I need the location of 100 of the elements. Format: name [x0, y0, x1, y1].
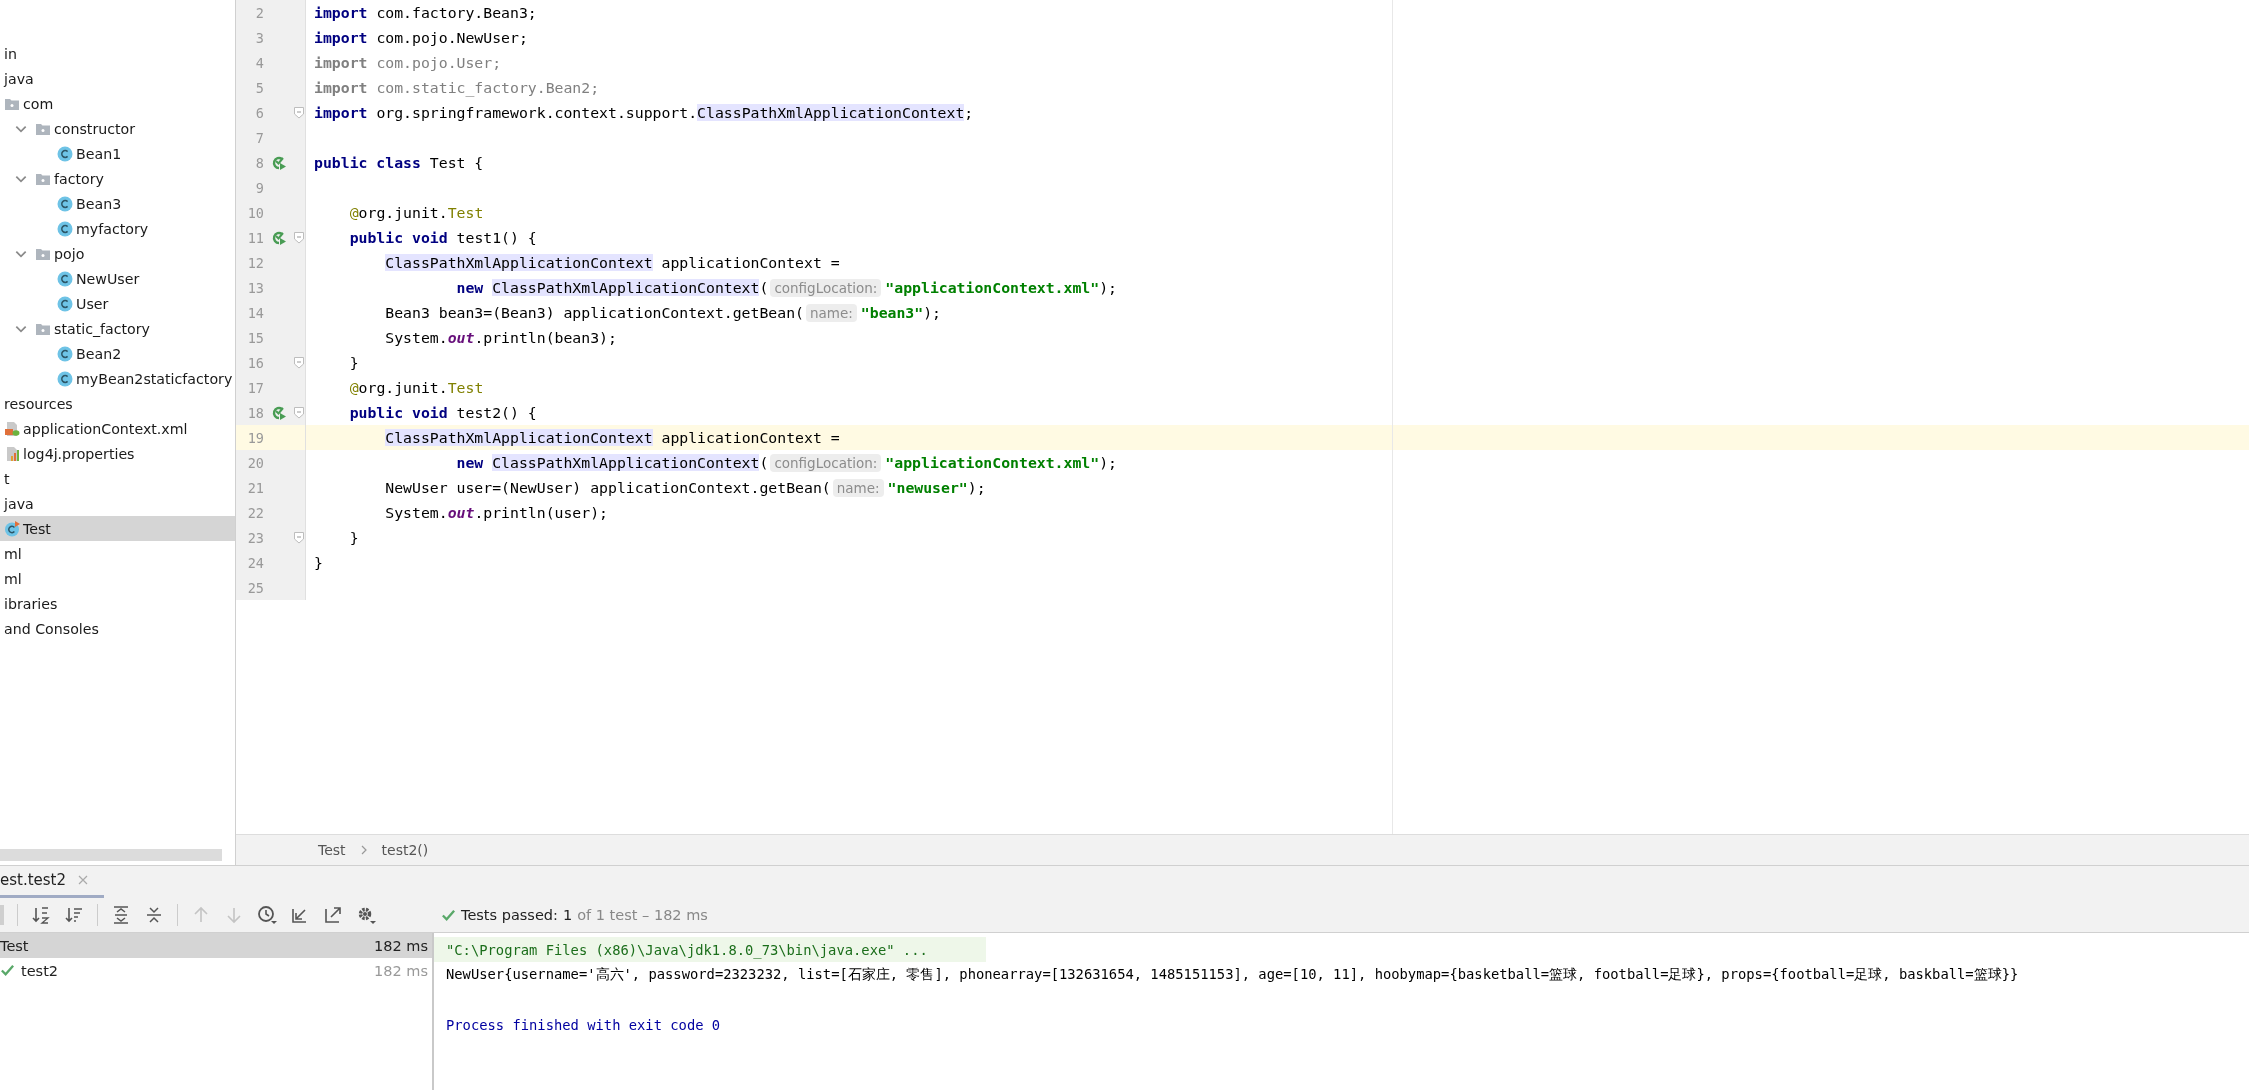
tree-item[interactable]: java [0, 66, 235, 91]
tree-item[interactable]: NewUser [0, 266, 235, 291]
run-tab[interactable]: est.test2 [0, 865, 105, 898]
fold-icon[interactable] [294, 231, 304, 244]
tree-item[interactable]: Bean1 [0, 141, 235, 166]
tree-item[interactable]: java [0, 491, 235, 516]
tree-item[interactable]: applicationContext.xml [0, 416, 235, 441]
collapse-all-icon[interactable] [144, 905, 164, 925]
line-number: 13 [246, 279, 264, 296]
close-icon[interactable] [78, 875, 89, 885]
code-text: } [349, 354, 359, 371]
code-text: com.factory.Bean3; [376, 4, 537, 21]
fold-icon[interactable] [294, 356, 304, 369]
line-number: 20 [246, 454, 264, 471]
line-number: 17 [246, 379, 264, 396]
code-reference: ClassPathXmlApplicationContext [697, 104, 965, 121]
run-test-icon[interactable] [271, 154, 287, 171]
parameter-hint: name: [806, 303, 857, 322]
tree-item[interactable]: User [0, 291, 235, 316]
line-number: 16 [246, 354, 264, 371]
tree-item[interactable]: ibraries [0, 591, 235, 616]
tree-item-label: myfactory [76, 220, 149, 237]
tree-item-label: com [23, 95, 54, 112]
tree-item-label: NewUser [76, 270, 140, 287]
code-text: } [349, 529, 359, 546]
tree-item[interactable]: in [0, 41, 235, 66]
class-icon [57, 220, 73, 237]
breadcrumb-item[interactable]: Test [318, 842, 346, 858]
fold-icon[interactable] [294, 406, 304, 419]
code-text: ); [1099, 279, 1117, 296]
line-number: 22 [246, 504, 264, 521]
tree-item[interactable]: static_factory [0, 316, 235, 341]
line-number: 23 [246, 529, 264, 546]
clock-icon[interactable] [257, 905, 277, 925]
breadcrumb-item[interactable]: test2() [381, 842, 429, 858]
test-row[interactable]: Test 182 ms [0, 933, 432, 958]
annotation: @ [349, 379, 359, 396]
tree-item[interactable]: t [0, 466, 235, 491]
code-reference: ClassPathXmlApplicationContext [492, 454, 760, 471]
tree-item[interactable]: Test [0, 516, 235, 541]
tree-item-label: java [4, 70, 34, 87]
tests-passed-count: 1 [562, 907, 573, 923]
scrollbar[interactable] [0, 849, 222, 861]
tests-passed-label: Tests passed: [461, 907, 558, 923]
code-text: applicationContext = [661, 254, 840, 271]
line-number: 2 [254, 4, 264, 21]
code-keyword: public class [314, 154, 421, 171]
fold-icon[interactable] [294, 531, 304, 544]
parameter-hint: configLocation: [770, 278, 882, 297]
test-class-icon [4, 520, 20, 537]
annotation: Test [447, 379, 484, 396]
test-row[interactable]: test2 182 ms [0, 958, 432, 983]
tree-item-label: ml [4, 570, 22, 587]
tree-item[interactable]: and Consoles [0, 616, 235, 641]
tree-item-label: static_factory [54, 320, 150, 337]
tree-item[interactable]: ml [0, 541, 235, 566]
line-number: 11 [246, 229, 264, 246]
tree-item-label: Test [23, 520, 51, 537]
code-text: org.junit. [358, 379, 448, 396]
tree-item[interactable]: com [0, 91, 235, 116]
run-test-icon[interactable] [271, 404, 287, 421]
check-icon [0, 963, 15, 978]
sort-alphabetically-icon[interactable] [31, 905, 51, 925]
code-text: ( [759, 454, 769, 471]
export-icon[interactable] [323, 905, 343, 925]
code-text: } [314, 554, 323, 571]
tree-item[interactable]: pojo [0, 241, 235, 266]
code-keyword: public void [349, 229, 448, 246]
code-keyword: import [314, 104, 368, 121]
fold-icon[interactable] [294, 106, 304, 119]
tree-item[interactable]: myBean2staticfactory [0, 366, 235, 391]
test-duration: 182 ms [374, 962, 428, 979]
static-field: out [447, 329, 475, 346]
tree-item[interactable]: myfactory [0, 216, 235, 241]
line-number: 7 [254, 129, 264, 146]
line-number: 25 [246, 579, 264, 596]
console-output: NewUser{username='高六', password=2323232, list=[石家庄, 零售], phonearray=[132631654, 1485151153], age=[10, 11], hoobymap={basketball=篮球, football=足球}, props={football=足球, baskball=篮球}} [446, 965, 2019, 984]
tree-item[interactable]: log4j.properties [0, 441, 235, 466]
tree-item[interactable]: constructor [0, 116, 235, 141]
tree-item-label: java [4, 495, 34, 512]
run-test-icon[interactable] [271, 229, 287, 246]
tree-item[interactable]: factory [0, 166, 235, 191]
static-field: out [447, 504, 475, 521]
expand-all-icon[interactable] [111, 905, 131, 925]
tree-item[interactable]: Bean3 [0, 191, 235, 216]
line-number: 10 [246, 204, 264, 221]
test-name: Test [0, 937, 29, 954]
tree-item[interactable]: ml [0, 566, 235, 591]
tree-item-label: ml [4, 545, 22, 562]
tree-item[interactable]: resources [0, 391, 235, 416]
sort-by-duration-icon[interactable] [64, 905, 84, 925]
code-reference: ClassPathXmlApplicationContext [385, 429, 653, 446]
line-number: 5 [254, 79, 264, 96]
annotation: @ [349, 204, 359, 221]
tree-item[interactable]: Bean2 [0, 341, 235, 366]
annotation: Test [447, 204, 484, 221]
settings-icon[interactable] [356, 905, 376, 925]
check-icon [441, 907, 456, 923]
test-duration: 182 ms [374, 937, 428, 954]
code-text: applicationContext = [661, 429, 840, 446]
